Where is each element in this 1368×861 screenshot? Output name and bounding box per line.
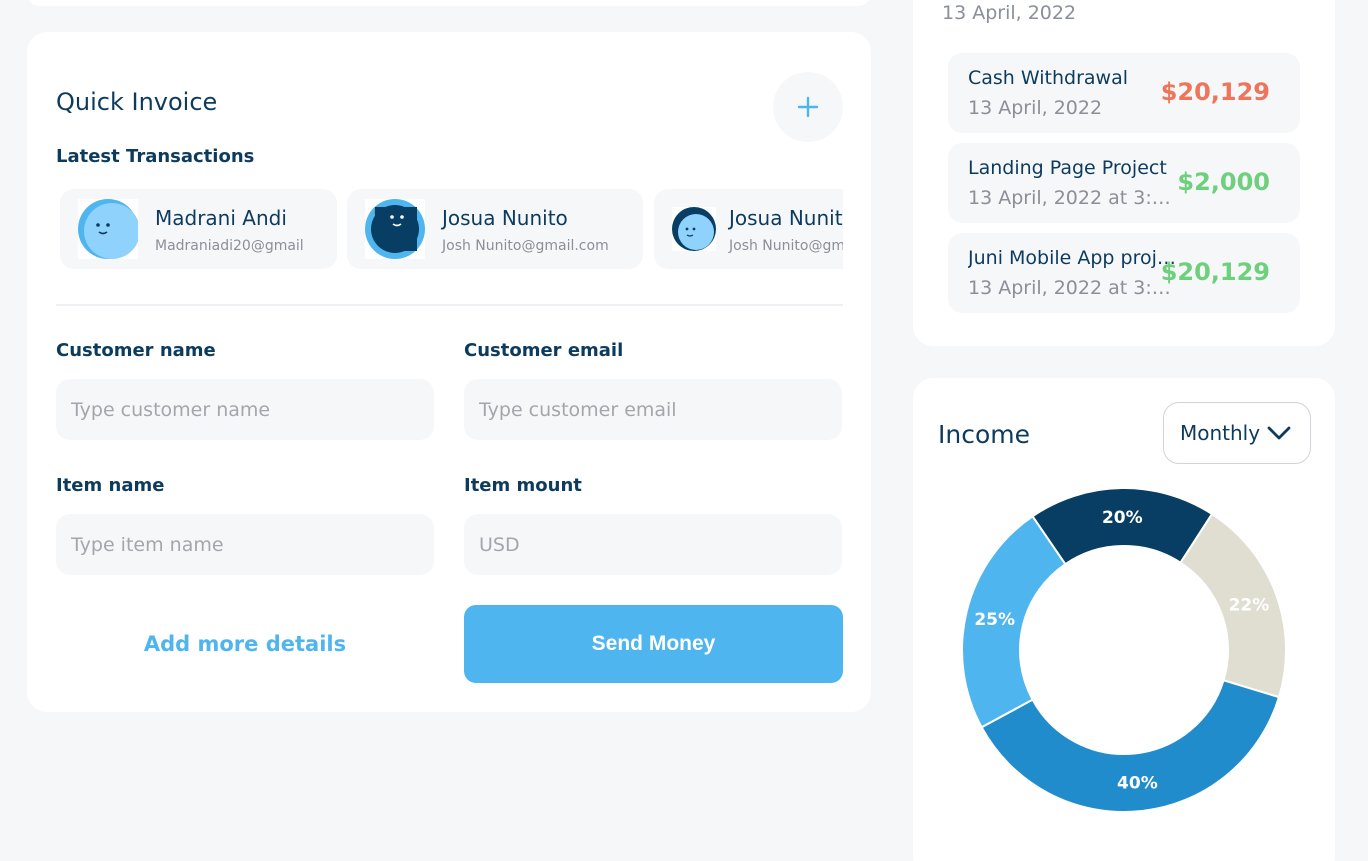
divider	[56, 304, 843, 306]
transaction-amount: $20,129	[1160, 78, 1270, 106]
period-dropdown-label: Monthly	[1180, 421, 1261, 445]
plus-icon	[797, 96, 819, 118]
period-dropdown[interactable]: Monthly	[1163, 402, 1311, 464]
transaction-title: Landing Page Project	[968, 157, 1167, 179]
contact-email: Josh Nunito@gmail.com	[442, 238, 609, 254]
transaction-date: 13 April, 2022	[968, 97, 1103, 119]
avatar	[365, 199, 425, 259]
transaction-title: Cash Withdrawal	[968, 67, 1129, 89]
add-invoice-button[interactable]	[773, 72, 843, 142]
customer-email-label: Customer email	[464, 340, 624, 361]
transaction-amount: $20,129	[1160, 258, 1270, 286]
income-card: 20% 22% 40% 25% Income Monthly	[913, 378, 1335, 861]
item-amount-input[interactable]	[464, 514, 842, 575]
contact-card[interactable]: Josua Nunito Josh Nunito@gmail.com	[654, 189, 843, 269]
donut-slice-label: 25%	[974, 610, 1015, 630]
transaction-date: 13 April, 2022 at 3:30 PM	[968, 277, 1173, 299]
customer-email-input[interactable]	[464, 379, 842, 440]
contact-email: Madraniadi20@gmail	[155, 238, 304, 254]
latest-transactions-title: Latest Transactions	[56, 146, 255, 167]
avatar-face-icon	[672, 207, 716, 251]
transaction-item[interactable]: Cash Withdrawal 13 April, 2022 $20,129	[948, 53, 1300, 133]
transaction-date: 13 April, 2022 at 3:30 PM	[968, 187, 1173, 209]
item-amount-label: Item mount	[464, 475, 582, 496]
contact-name: Josua Nunito	[442, 206, 568, 230]
transaction-amount: $2,000	[1177, 168, 1270, 196]
customer-name-label: Customer name	[56, 340, 216, 361]
transaction-title: Juni Mobile App project	[968, 247, 1178, 269]
transaction-item[interactable]: Juni Mobile App project 13 April, 2022 a…	[948, 233, 1300, 313]
top-card-remnant	[27, 0, 871, 6]
contacts-carousel[interactable]: Madrani Andi Madraniadi20@gmail Josua Nu…	[60, 189, 843, 271]
transactions-card: 13 April, 2022 Cash Withdrawal 13 April,…	[913, 0, 1335, 346]
item-name-label: Item name	[56, 475, 165, 496]
contact-email: Josh Nunito@gmail.com	[729, 238, 843, 254]
donut-slice-label: 20%	[1102, 508, 1143, 528]
avatar-face-icon	[365, 199, 425, 259]
transaction-item[interactable]: Landing Page Project 13 April, 2022 at 3…	[948, 143, 1300, 223]
transactions-date-header: 13 April, 2022	[942, 2, 1077, 24]
send-money-button[interactable]: Send Money	[464, 605, 843, 683]
contact-name: Madrani Andi	[155, 206, 287, 230]
avatar	[78, 199, 138, 259]
income-title: Income	[938, 420, 1030, 449]
customer-name-input[interactable]	[56, 379, 434, 440]
contact-name: Josua Nunito	[729, 206, 843, 230]
contact-card[interactable]: Madrani Andi Madraniadi20@gmail	[60, 189, 337, 269]
donut-slice-label: 22%	[1229, 595, 1270, 615]
chevron-down-icon	[1267, 426, 1291, 440]
donut-slice-label: 40%	[1117, 773, 1158, 793]
item-name-input[interactable]	[56, 514, 434, 575]
quick-invoice-card: Quick Invoice Latest Transactions Madran…	[27, 32, 871, 712]
avatar	[672, 207, 716, 251]
contact-card[interactable]: Josua Nunito Josh Nunito@gmail.com	[347, 189, 643, 269]
quick-invoice-title: Quick Invoice	[56, 88, 218, 116]
avatar-face-icon	[78, 199, 138, 259]
add-more-details-link[interactable]: Add more details	[56, 632, 434, 656]
